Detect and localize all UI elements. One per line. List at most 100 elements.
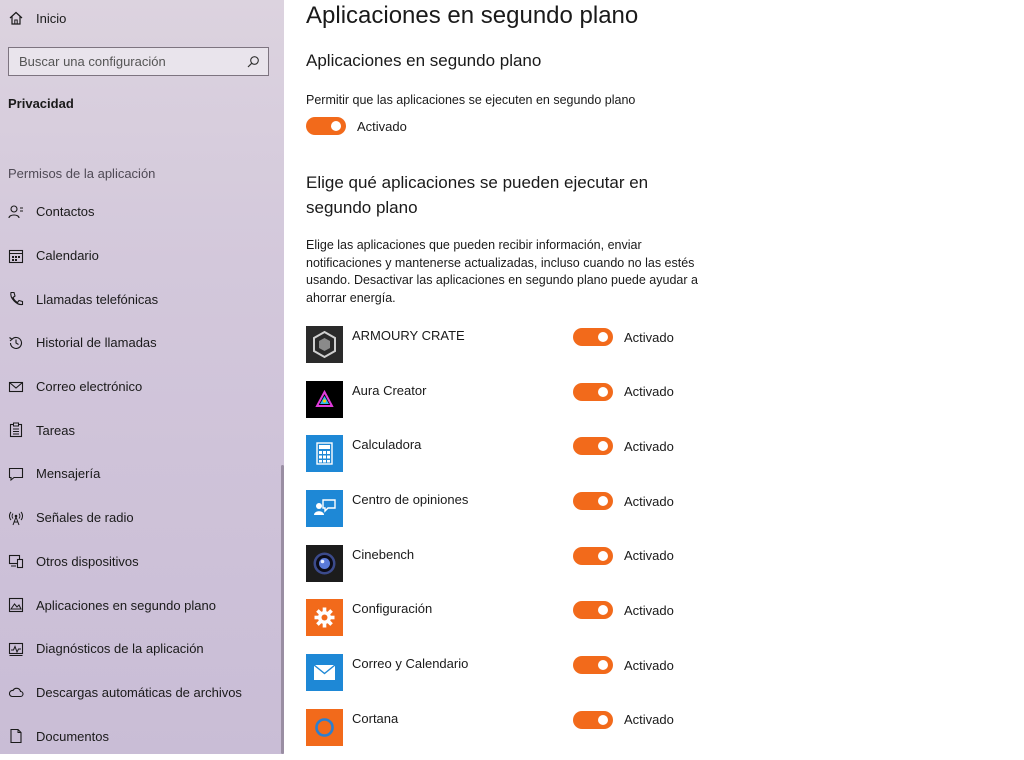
sidebar-item-background-apps[interactable]: Aplicaciones en segundo plano xyxy=(0,583,280,627)
section2-title: Elige qué aplicaciones se pueden ejecuta… xyxy=(306,173,649,217)
app-toggle: Activado xyxy=(573,382,674,401)
app-toggle-label: Activado xyxy=(624,712,674,728)
home-link[interactable]: Inicio xyxy=(8,7,66,29)
background-apps-icon xyxy=(8,597,24,613)
app-name: Calculadora xyxy=(352,437,422,453)
sidebar-item-messaging[interactable]: Mensajería xyxy=(0,452,280,496)
app-toggle-label: Activado xyxy=(624,329,674,345)
app-toggle-switch[interactable] xyxy=(573,437,613,456)
feedback-hub-icon xyxy=(306,490,343,528)
app-toggle-label: Activado xyxy=(624,438,674,454)
sidebar-item-auto-downloads[interactable]: Descargas automáticas de archivos xyxy=(0,671,280,715)
section-title: Privacidad xyxy=(8,96,74,111)
app-toggle-switch[interactable] xyxy=(573,656,613,675)
app-toggle-switch[interactable] xyxy=(573,601,613,620)
app-toggle-label: Activado xyxy=(624,657,674,673)
sidebar-item-label: Historial de llamadas xyxy=(36,335,157,351)
app-row-mail-calendar: Correo y Calendario Activado xyxy=(306,650,726,705)
app-toggle: Activado xyxy=(573,328,674,346)
app-toggle: Activado xyxy=(573,437,674,456)
armoury-crate-icon xyxy=(306,326,343,363)
sidebar-item-contacts[interactable]: Contactos xyxy=(0,190,280,234)
sidebar-item-email[interactable]: Correo electrónico xyxy=(0,365,280,409)
app-toggle-label: Activado xyxy=(624,548,674,564)
settings-icon xyxy=(306,599,343,637)
cloud-icon xyxy=(8,688,24,698)
app-toggle-switch[interactable] xyxy=(573,546,613,565)
diagnostics-icon xyxy=(8,642,24,656)
app-name: Aura Creator xyxy=(352,382,427,398)
home-label: Inicio xyxy=(36,10,67,26)
master-toggle-label: Activado xyxy=(357,118,407,134)
app-name: Centro de opiniones xyxy=(352,492,469,508)
sidebar-item-label: Llamadas telefónicas xyxy=(36,291,159,307)
allow-background-text: Permitir que las aplicaciones se ejecute… xyxy=(306,93,636,107)
app-toggle: Activado xyxy=(573,546,674,565)
apps-list: ARMOURY CRATE Activado Aura Creator Acti… xyxy=(306,322,726,760)
document-icon xyxy=(10,729,22,744)
sidebar: Inicio Privacidad Permisos de la aplicac… xyxy=(0,0,284,754)
app-toggle-switch[interactable] xyxy=(573,710,613,729)
sidebar-item-label: Diagnósticos de la aplicación xyxy=(36,641,204,657)
sidebar-item-radios[interactable]: Señales de radio xyxy=(0,496,280,540)
sidebar-item-label: Señales de radio xyxy=(36,510,134,526)
group-title: Permisos de la aplicación xyxy=(8,166,156,181)
radio-icon xyxy=(9,511,23,525)
contacts-icon xyxy=(8,205,23,219)
app-name: Cortana xyxy=(352,710,399,726)
mail-calendar-icon xyxy=(306,654,343,692)
app-toggle-switch[interactable] xyxy=(573,382,613,401)
sidebar-item-tasks[interactable]: Tareas xyxy=(0,408,280,452)
master-toggle-row: Activado xyxy=(306,117,407,135)
app-toggle-label: Activado xyxy=(624,493,674,509)
sidebar-item-label: Tareas xyxy=(36,422,76,438)
app-toggle-switch[interactable] xyxy=(573,328,613,346)
app-toggle: Activado xyxy=(573,710,674,729)
section1-title: Aplicaciones en segundo plano xyxy=(306,51,542,70)
history-icon xyxy=(9,336,23,349)
phone-icon xyxy=(10,292,24,306)
sidebar-item-label: Mensajería xyxy=(36,466,101,482)
aura-creator-icon xyxy=(306,380,343,418)
mail-icon xyxy=(8,381,24,392)
app-name: Correo y Calendario xyxy=(352,656,469,672)
sidebar-item-label: Descargas automáticas de archivos xyxy=(36,684,242,700)
search-box[interactable] xyxy=(8,47,269,76)
app-row-calculator: Calculadora Activado xyxy=(306,431,726,486)
app-toggle-switch[interactable] xyxy=(573,492,613,511)
sidebar-item-label: Contactos xyxy=(36,204,95,220)
main-content: Aplicaciones en segundo plano Aplicacion… xyxy=(284,0,1024,754)
search-input[interactable] xyxy=(17,53,246,70)
app-toggle: Activado xyxy=(573,601,674,620)
sidebar-item-call-history[interactable]: Historial de llamadas xyxy=(0,321,280,365)
sidebar-item-diagnostics[interactable]: Diagnósticos de la aplicación xyxy=(0,627,280,671)
app-toggle-label: Activado xyxy=(624,384,674,400)
app-row-cortana: Cortana Activado xyxy=(306,705,726,760)
sidebar-item-documents[interactable]: Documentos xyxy=(0,714,280,758)
sidebar-item-label: Otros dispositivos xyxy=(36,553,139,569)
calculator-icon xyxy=(306,435,343,473)
messaging-icon xyxy=(8,467,24,482)
sidebar-item-phone-calls[interactable]: Llamadas telefónicas xyxy=(0,277,280,321)
app-name: Configuración xyxy=(352,601,433,617)
tasks-icon xyxy=(9,422,23,438)
app-row-cinebench: Cinebench Activado xyxy=(306,541,726,596)
sidebar-item-calendar[interactable]: Calendario xyxy=(0,234,280,278)
search-icon[interactable] xyxy=(246,55,260,69)
app-toggle-label: Activado xyxy=(624,602,674,618)
calendar-icon xyxy=(8,249,24,263)
sidebar-item-label: Calendario xyxy=(36,248,99,264)
app-row-aura-creator: Aura Creator Activado xyxy=(306,377,726,432)
sidebar-item-other-devices[interactable]: Otros dispositivos xyxy=(0,540,280,584)
cinebench-icon xyxy=(306,544,343,582)
section2-description: Elige las aplicaciones que pueden recibi… xyxy=(306,238,698,305)
home-icon xyxy=(9,11,23,25)
sidebar-item-label: Documentos xyxy=(36,728,109,744)
cortana-icon xyxy=(306,708,343,746)
sidebar-item-label: Aplicaciones en segundo plano xyxy=(36,597,216,613)
sidebar-item-label: Correo electrónico xyxy=(36,379,143,395)
app-row-armoury-crate: ARMOURY CRATE Activado xyxy=(306,322,726,377)
app-name: ARMOURY CRATE xyxy=(352,328,465,343)
master-toggle-switch[interactable] xyxy=(306,117,346,135)
app-toggle: Activado xyxy=(573,656,674,675)
